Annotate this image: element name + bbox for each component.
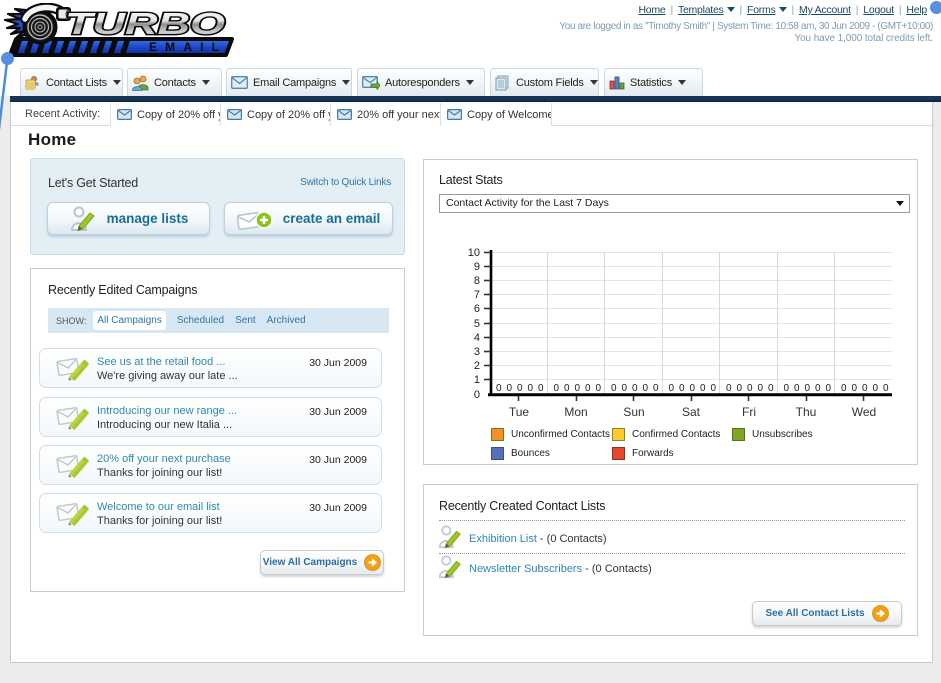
svg-text:6: 6: [474, 303, 480, 315]
svg-text:2: 2: [474, 360, 480, 372]
svg-text:4: 4: [474, 332, 480, 344]
svg-text:7: 7: [474, 289, 480, 301]
svg-text:TURBO: TURBO: [65, 6, 225, 41]
svg-text:Mon: Mon: [564, 405, 587, 419]
svg-text:5: 5: [474, 318, 480, 330]
svg-text:10: 10: [468, 247, 480, 259]
svg-text:Sun: Sun: [623, 405, 644, 419]
svg-text:Thu: Thu: [796, 405, 817, 419]
svg-text:Wed: Wed: [852, 405, 876, 419]
svg-text:Fri: Fri: [742, 405, 756, 419]
svg-text:0: 0: [507, 383, 513, 394]
svg-text:0: 0: [496, 383, 502, 394]
svg-text:0: 0: [474, 389, 480, 401]
svg-text:0: 0: [528, 383, 534, 394]
svg-text:Sat: Sat: [682, 405, 701, 419]
svg-text:1: 1: [474, 374, 480, 386]
svg-text:0: 0: [538, 383, 544, 394]
svg-text:3: 3: [474, 346, 480, 358]
svg-text:9: 9: [474, 261, 480, 273]
svg-text:Tue: Tue: [509, 405, 530, 419]
svg-text:0: 0: [517, 383, 523, 394]
svg-text:8: 8: [474, 275, 480, 287]
